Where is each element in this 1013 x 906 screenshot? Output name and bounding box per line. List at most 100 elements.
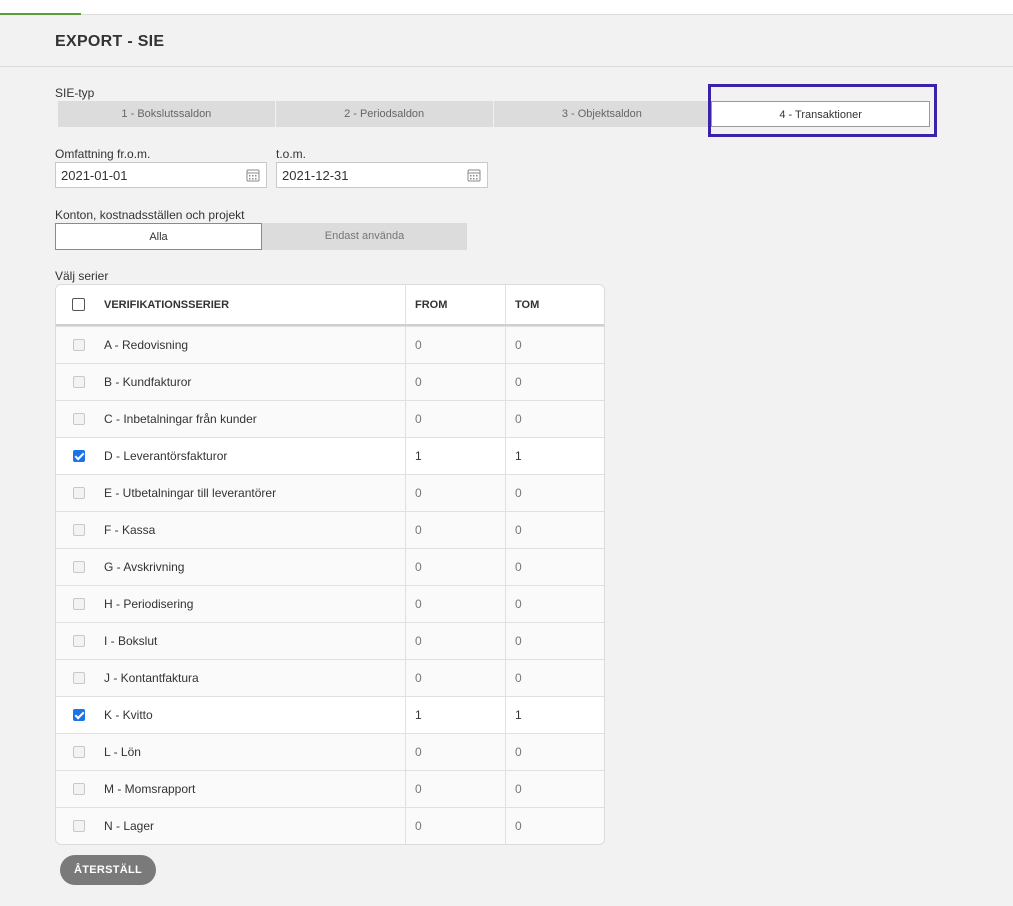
row-checkbox[interactable] [72,746,85,758]
series-name: G - Avskrivning [101,549,406,585]
row-checkbox[interactable] [72,524,85,536]
table-row: H - Periodisering 0 0 [56,585,604,622]
row-checkbox-cell [56,549,101,585]
series-from-value[interactable]: 0 [406,475,506,511]
series-tom-value[interactable]: 0 [506,549,604,585]
table-row: L - Lön 0 0 [56,733,604,770]
series-from-value[interactable]: 0 [406,734,506,770]
series-name: I - Bokslut [101,623,406,659]
row-checkbox[interactable] [72,339,85,351]
series-tom-value[interactable]: 1 [506,697,604,733]
row-checkbox-cell [56,475,101,511]
series-from-value[interactable]: 0 [406,586,506,622]
series-tom-value[interactable]: 0 [506,808,604,844]
sie-type-option-1[interactable]: 1 - Bokslutssaldon [58,101,276,127]
row-checkbox-cell [56,697,101,733]
series-name: D - Leverantörsfakturor [101,438,406,474]
series-name: B - Kundfakturor [101,364,406,400]
series-tom-value[interactable]: 0 [506,475,604,511]
table-row: J - Kontantfaktura 0 0 [56,659,604,696]
series-name: J - Kontantfaktura [101,660,406,696]
series-name: K - Kvitto [101,697,406,733]
series-tom-value[interactable]: 0 [506,512,604,548]
series-tom-value[interactable]: 0 [506,623,604,659]
to-date-input[interactable] [277,163,452,187]
row-checkbox[interactable] [72,820,85,832]
row-checkbox-cell [56,771,101,807]
series-tom-value[interactable]: 0 [506,771,604,807]
header-divider [0,66,1013,67]
column-header-from[interactable]: FROM [406,285,506,324]
series-tom-value[interactable]: 0 [506,660,604,696]
row-checkbox[interactable] [72,561,85,573]
series-name: M - Momsrapport [101,771,406,807]
scope-option-used-only[interactable]: Endast använda [262,223,467,250]
series-from-value[interactable]: 0 [406,771,506,807]
series-tom-value[interactable]: 0 [506,364,604,400]
series-from-value[interactable]: 0 [406,623,506,659]
row-checkbox[interactable] [72,709,85,721]
row-checkbox[interactable] [72,413,85,425]
series-from-value[interactable]: 0 [406,549,506,585]
row-checkbox[interactable] [72,487,85,499]
column-header-series[interactable]: VERIFIKATIONSSERIER [101,285,406,324]
table-body: A - Redovisning 0 0 B - Kundfakturor 0 0 C - I… [56,326,604,844]
scope-toggle: Alla Endast använda [55,223,467,250]
row-checkbox[interactable] [72,672,85,684]
sie-type-option-4[interactable]: 4 - Transaktioner [711,101,930,127]
series-name: H - Periodisering [101,586,406,622]
from-date-field [55,162,267,188]
select-all-cell [56,285,101,324]
reset-button[interactable]: ÅTERSTÄLL [60,855,156,885]
column-header-tom[interactable]: TOM [506,285,604,324]
table-row: B - Kundfakturor 0 0 [56,363,604,400]
row-checkbox-cell [56,808,101,844]
from-date-input[interactable] [56,163,231,187]
series-from-value[interactable]: 0 [406,808,506,844]
from-date-label: Omfattning fr.o.m. [55,147,151,161]
series-name: L - Lön [101,734,406,770]
series-from-value[interactable]: 0 [406,401,506,437]
sie-type-option-3[interactable]: 3 - Objektsaldon [493,101,712,127]
table-header-row: VERIFIKATIONSSERIER FROM TOM [56,285,604,326]
row-checkbox[interactable] [72,376,85,388]
series-from-value[interactable]: 1 [406,697,506,733]
series-tom-value[interactable]: 0 [506,586,604,622]
row-checkbox-cell [56,660,101,696]
page-title: EXPORT - SIE [55,33,165,50]
series-tom-value[interactable]: 0 [506,401,604,437]
series-name: N - Lager [101,808,406,844]
calendar-icon[interactable] [246,168,260,182]
series-from-value[interactable]: 0 [406,512,506,548]
scope-option-all[interactable]: Alla [55,223,262,250]
series-from-value[interactable]: 0 [406,364,506,400]
series-from-value[interactable]: 0 [406,660,506,696]
to-date-field [276,162,488,188]
table-row: C - Inbetalningar från kunder 0 0 [56,400,604,437]
series-tom-value[interactable]: 1 [506,438,604,474]
row-checkbox[interactable] [72,783,85,795]
series-from-value[interactable]: 1 [406,438,506,474]
series-from-value[interactable]: 0 [406,327,506,363]
row-checkbox[interactable] [72,598,85,610]
row-checkbox-cell [56,586,101,622]
sie-type-selector: 1 - Bokslutssaldon 2 - Periodsaldon 3 - … [58,101,930,127]
table-row: A - Redovisning 0 0 [56,326,604,363]
series-tom-value[interactable]: 0 [506,734,604,770]
row-checkbox-cell [56,512,101,548]
table-row: G - Avskrivning 0 0 [56,548,604,585]
sie-type-option-2[interactable]: 2 - Periodsaldon [275,101,494,127]
series-tom-value[interactable]: 0 [506,327,604,363]
table-row: F - Kassa 0 0 [56,511,604,548]
row-checkbox[interactable] [72,635,85,647]
row-checkbox[interactable] [72,450,85,462]
sie-type-label: SIE-typ [55,86,95,100]
select-all-checkbox[interactable] [72,298,85,311]
series-name: E - Utbetalningar till leverantörer [101,475,406,511]
series-name: C - Inbetalningar från kunder [101,401,406,437]
active-tab-indicator [0,13,81,15]
row-checkbox-cell [56,327,101,363]
row-checkbox-cell [56,438,101,474]
calendar-icon[interactable] [467,168,481,182]
series-table: VERIFIKATIONSSERIER FROM TOM A - Redovis… [55,284,605,845]
